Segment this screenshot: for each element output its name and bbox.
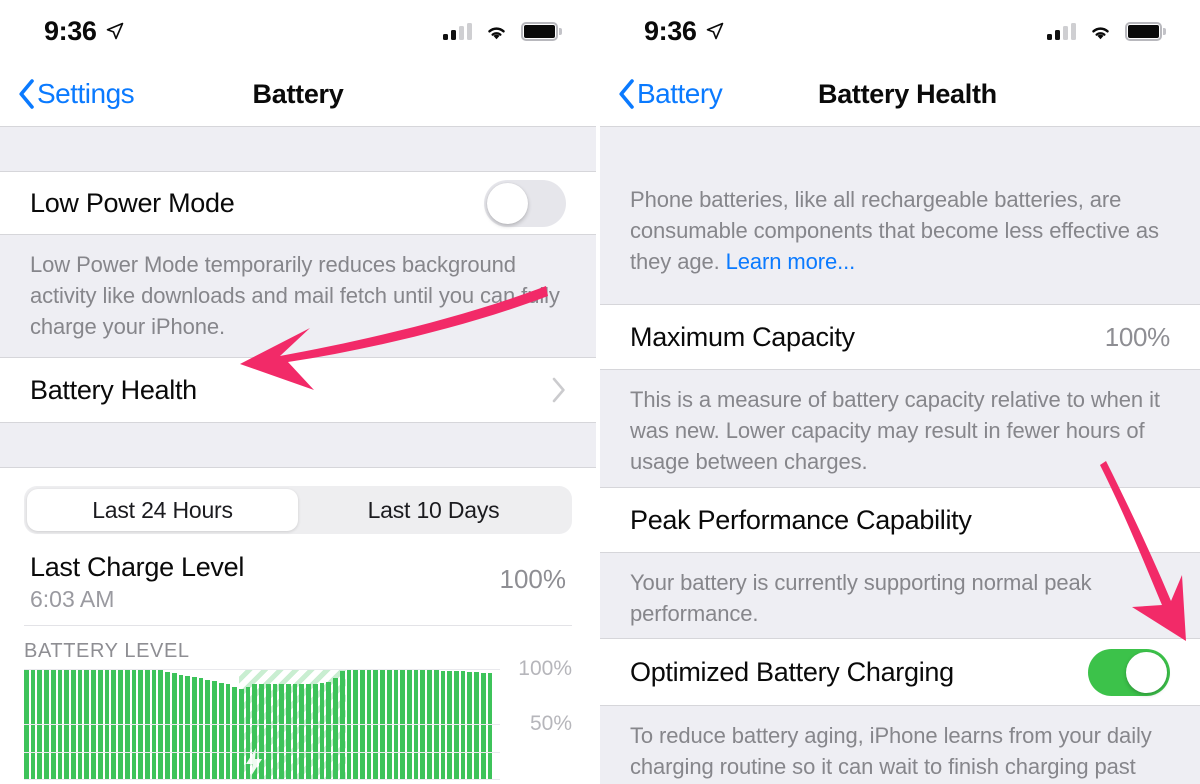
chart-bar <box>225 684 231 779</box>
last-charge-level-text: Last Charge Level 6:03 AM <box>30 552 244 613</box>
optimized-battery-charging-label: Optimized Battery Charging <box>630 656 954 687</box>
maximum-capacity-description: This is a measure of battery capacity re… <box>600 370 1200 487</box>
chart-gridline <box>24 779 500 780</box>
toggle-knob <box>1126 651 1167 693</box>
cellular-signal-icon <box>443 22 472 40</box>
location-arrow-icon <box>707 22 724 40</box>
battery-settings-screen: 9:36 Settings Battery Low Power Mode Low… <box>0 0 596 784</box>
time-range-segmented-control-wrapper: Last 24 Hours Last 10 Days <box>0 468 596 544</box>
peak-performance-description: Your battery is currently supporting nor… <box>600 553 1200 638</box>
chart-plot-area <box>24 669 500 780</box>
wifi-icon <box>1092 26 1109 39</box>
back-label: Settings <box>37 78 135 109</box>
status-bar-right: 9:36 <box>600 0 1200 62</box>
optimized-battery-charging-toggle[interactable] <box>1088 648 1170 696</box>
section-gap <box>0 127 596 171</box>
chart-bar <box>171 673 177 779</box>
chart-axis-label: 100% <box>518 657 572 680</box>
toggle-knob <box>487 182 528 224</box>
chart-title: BATTERY LEVEL <box>24 640 190 662</box>
segment-last-24-hours[interactable]: Last 24 Hours <box>27 489 298 531</box>
page-title: Battery Health <box>818 78 997 109</box>
row-low-power-mode[interactable]: Low Power Mode <box>0 172 596 234</box>
chart-bar <box>447 671 452 779</box>
cellular-signal-icon <box>1047 22 1076 40</box>
last-charge-level-row: Last Charge Level 6:03 AM 100% <box>0 544 596 613</box>
chart-bar <box>467 672 473 779</box>
segment-last-10-days[interactable]: Last 10 Days <box>298 489 569 531</box>
chart-bar <box>474 672 479 779</box>
status-bar-left: 9:36 <box>0 0 596 62</box>
chart-bar <box>440 671 446 779</box>
chart-bar <box>205 680 211 779</box>
chevron-left-icon <box>619 79 634 109</box>
battery-full-icon <box>1125 21 1166 41</box>
nav-bar-left: Settings Battery <box>0 62 596 126</box>
location-arrow-icon <box>107 22 124 40</box>
chart-bar <box>480 673 486 779</box>
section-gap <box>0 423 596 467</box>
learn-more-link[interactable]: Learn more... <box>726 249 856 274</box>
battery-level-chart-block: BATTERY LEVEL 100% 50% <box>0 626 596 780</box>
chart-bar <box>232 686 237 779</box>
peak-performance-label: Peak Performance Capability <box>630 504 972 535</box>
chart-bar <box>454 671 459 779</box>
chart-bar <box>487 673 493 779</box>
maximum-capacity-value: 100% <box>1104 321 1171 352</box>
chart-gridline <box>24 724 500 725</box>
low-power-mode-description: Low Power Mode temporarily reduces backg… <box>0 235 596 357</box>
row-maximum-capacity: Maximum Capacity 100% <box>600 305 1200 369</box>
chart-bar <box>178 674 184 779</box>
back-label: Battery <box>637 78 723 109</box>
status-bar-right-group <box>443 21 562 41</box>
battery-health-label: Battery Health <box>30 374 197 405</box>
battery-level-chart[interactable]: 100% 50% <box>24 657 572 780</box>
wifi-icon <box>488 26 505 39</box>
chart-bar <box>218 683 224 779</box>
chart-bar <box>165 672 170 779</box>
chart-gridline <box>24 751 500 753</box>
status-bar-right-group <box>1047 21 1166 41</box>
chart-bar <box>212 681 217 779</box>
battery-health-screen: 9:36 Battery Battery Health Phone batter… <box>600 0 1200 784</box>
chart-gridline <box>24 669 500 670</box>
battery-health-intro: Phone batteries, like all rechargeable b… <box>600 166 1200 304</box>
section-gap <box>600 127 1200 166</box>
chart-bar <box>185 675 190 779</box>
status-time: 9:36 <box>44 15 97 46</box>
maximum-capacity-label: Maximum Capacity <box>630 321 855 352</box>
chart-bar <box>191 676 197 779</box>
chart-bar <box>198 677 204 779</box>
chevron-right-icon <box>552 377 565 403</box>
row-peak-performance-capability[interactable]: Peak Performance Capability <box>600 488 1200 552</box>
last-charge-level-label: Last Charge Level <box>30 552 245 582</box>
battery-full-icon <box>521 21 562 41</box>
chevron-left-icon <box>19 79 34 109</box>
optimized-battery-charging-description: To reduce battery aging, iPhone learns f… <box>600 706 1200 784</box>
time-range-segmented-control[interactable]: Last 24 Hours Last 10 Days <box>24 486 572 534</box>
status-bar-left-group: 9:36 <box>44 16 125 47</box>
chart-axis-label: 50% <box>529 712 572 735</box>
row-optimized-battery-charging[interactable]: Optimized Battery Charging <box>600 639 1200 705</box>
back-to-settings-button[interactable]: Settings <box>18 78 135 110</box>
row-battery-health[interactable]: Battery Health <box>0 358 596 422</box>
back-to-battery-button[interactable]: Battery <box>618 78 723 110</box>
low-power-mode-toggle[interactable] <box>484 179 566 227</box>
low-power-mode-label: Low Power Mode <box>30 187 235 218</box>
status-time: 9:36 <box>644 15 697 46</box>
nav-bar-right: Battery Battery Health <box>600 62 1200 126</box>
status-bar-left-group: 9:36 <box>644 16 725 47</box>
intro-text: Phone batteries, like all rechargeable b… <box>630 187 1159 274</box>
last-charge-level-value: 100% <box>499 564 567 594</box>
dual-screenshot-container: 9:36 Settings Battery Low Power Mode Low… <box>0 0 1200 784</box>
last-charge-level-time: 6:03 AM <box>30 586 115 612</box>
chart-bar <box>460 671 466 779</box>
